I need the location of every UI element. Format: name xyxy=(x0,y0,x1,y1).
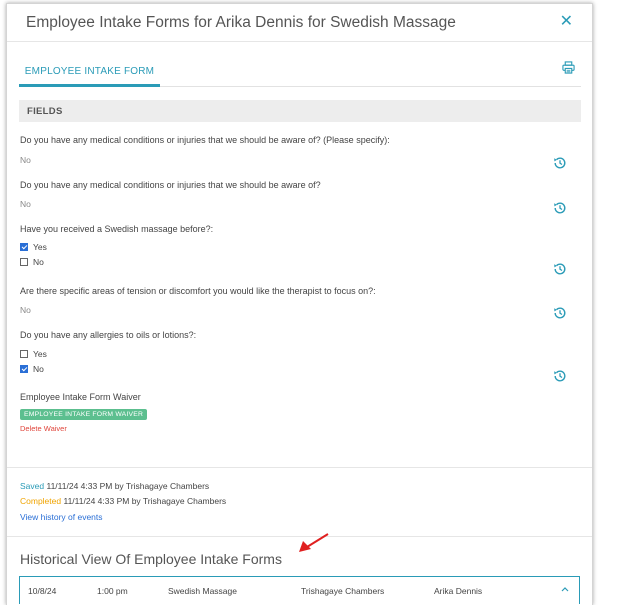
waiver-label: Employee Intake Form Waiver xyxy=(20,392,141,402)
answer-value: No xyxy=(20,199,31,209)
tab-employee-intake-form[interactable]: EMPLOYEE INTAKE FORM xyxy=(19,55,160,87)
completed-text: 11/11/24 4:33 PM by Trishagaye Chambers xyxy=(63,496,227,506)
checkbox-checked[interactable] xyxy=(20,365,28,373)
question-label: Do you have any medical conditions or in… xyxy=(20,135,390,145)
divider xyxy=(7,536,592,537)
row-time: 1:00 pm xyxy=(97,586,128,596)
row-service: Swedish Massage xyxy=(168,586,237,596)
completed-status: Completed 11/11/24 4:33 PM by Trishagaye… xyxy=(20,496,226,506)
historical-row[interactable]: 10/8/24 1:00 pm Swedish Massage Trishaga… xyxy=(19,576,580,604)
question-label: Have you received a Swedish massage befo… xyxy=(20,224,214,234)
saved-label: Saved xyxy=(20,481,45,491)
question-label: Do you have any medical conditions or in… xyxy=(20,180,321,190)
modal-title: Employee Intake Forms for Arika Dennis f… xyxy=(26,14,456,31)
checkbox-option[interactable]: Yes xyxy=(20,242,47,252)
checkbox-option[interactable]: Yes xyxy=(20,349,47,359)
row-client: Arika Dennis xyxy=(434,586,483,596)
waiver-badge[interactable]: EMPLOYEE INTAKE FORM WAIVER xyxy=(20,409,148,420)
history-icon[interactable] xyxy=(553,262,567,281)
option-label: Yes xyxy=(33,242,47,252)
question-label: Do you have any allergies to oils or lot… xyxy=(20,330,197,340)
modal-header: Employee Intake Forms for Arika Dennis f… xyxy=(7,4,592,42)
history-icon[interactable] xyxy=(553,156,567,175)
printer-icon[interactable] xyxy=(562,61,575,79)
answer-value: No xyxy=(20,305,31,315)
divider xyxy=(7,467,592,468)
tab-bar: EMPLOYEE INTAKE FORM xyxy=(19,55,581,87)
chevron-up-icon[interactable] xyxy=(561,586,569,592)
history-icon[interactable] xyxy=(553,369,567,388)
answer-value: No xyxy=(20,155,31,165)
close-icon[interactable]: ✕ xyxy=(560,13,573,29)
option-label: No xyxy=(33,257,44,267)
row-date: 10/8/24 xyxy=(28,586,57,596)
saved-text: 11/11/24 4:33 PM by Trishagaye Chambers xyxy=(46,481,210,491)
history-icon[interactable] xyxy=(553,306,567,325)
history-icon[interactable] xyxy=(553,201,567,220)
checkbox-unchecked[interactable] xyxy=(20,258,28,266)
option-label: Yes xyxy=(33,349,47,359)
row-employee: Trishagaye Chambers xyxy=(301,586,385,596)
checkbox-unchecked[interactable] xyxy=(20,350,28,358)
question-label: Are there specific areas of tension or d… xyxy=(20,286,376,296)
fields-section-header: FIELDS xyxy=(19,100,581,122)
historical-view-title: Historical View Of Employee Intake Forms xyxy=(20,551,282,567)
option-label: No xyxy=(33,364,44,374)
intake-forms-modal: Employee Intake Forms for Arika Dennis f… xyxy=(6,3,593,605)
saved-status: Saved 11/11/24 4:33 PM by Trishagaye Cha… xyxy=(20,481,209,491)
completed-label: Completed xyxy=(20,496,62,506)
checkbox-checked[interactable] xyxy=(20,243,28,251)
checkbox-option[interactable]: No xyxy=(20,257,44,267)
delete-waiver-link[interactable]: Delete Waiver xyxy=(20,424,67,433)
view-history-link[interactable]: View history of events xyxy=(20,512,103,522)
checkbox-option[interactable]: No xyxy=(20,364,44,374)
